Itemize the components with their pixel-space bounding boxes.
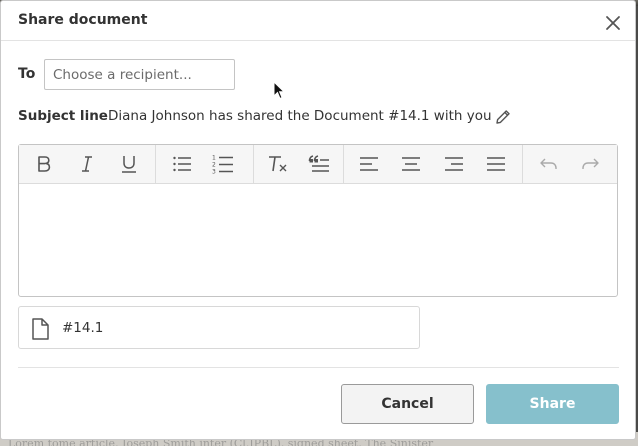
share-document-dialog: Share document To Subject line Diana Joh… [0,0,636,440]
justify-icon [487,157,505,171]
subject-line-label: Subject line [18,108,108,124]
bold-icon [38,156,51,172]
align-right-icon [445,157,463,171]
italic-icon [82,156,92,172]
message-editor: 1 2 3 [18,144,618,297]
numbered-list-button[interactable]: 1 2 3 [210,152,236,176]
share-button[interactable]: Share [486,384,619,424]
toolbar-divider [343,145,344,183]
editor-toolbar: 1 2 3 [19,145,617,184]
redo-button[interactable] [577,152,603,176]
pencil-icon [496,110,510,124]
align-left-button[interactable] [356,152,382,176]
justify-button[interactable] [483,152,509,176]
align-center-button[interactable] [398,152,424,176]
to-label: To [18,66,36,82]
blockquote-button[interactable] [306,152,332,176]
svg-text:1: 1 [212,155,216,162]
svg-text:2: 2 [212,162,216,169]
blockquote-icon [308,155,329,172]
underline-icon [122,156,136,173]
toolbar-divider [155,145,156,183]
undo-icon [540,158,557,169]
close-button[interactable] [603,13,623,33]
recipient-input[interactable] [44,59,235,90]
attachment-item: #14.1 [18,306,420,349]
bullet-list-button[interactable] [169,152,195,176]
undo-button[interactable] [536,152,562,176]
bold-button[interactable] [31,152,57,176]
file-icon [32,318,49,340]
header-divider [1,40,635,41]
close-icon [606,16,620,30]
edit-subject-button[interactable] [493,107,513,127]
align-center-icon [402,157,420,171]
cancel-button[interactable]: Cancel [341,384,474,424]
dialog-title: Share document [18,12,148,28]
toolbar-divider [522,145,523,183]
footer-divider [18,367,619,368]
subject-line-text: Diana Johnson has shared the Document #1… [108,108,492,124]
bullet-list-icon [173,156,191,172]
mouse-cursor-icon [273,81,285,100]
numbered-list-icon: 1 2 3 [212,155,233,176]
italic-button[interactable] [74,152,100,176]
underline-button[interactable] [116,152,142,176]
svg-text:3: 3 [212,169,216,176]
attachment-name: #14.1 [62,320,104,336]
toolbar-divider [253,145,254,183]
redo-icon [582,158,599,169]
clear-formatting-button[interactable] [265,152,291,176]
align-right-button[interactable] [441,152,467,176]
align-left-icon [360,157,378,171]
clear-formatting-icon [269,156,287,172]
message-body-input[interactable] [19,184,617,296]
